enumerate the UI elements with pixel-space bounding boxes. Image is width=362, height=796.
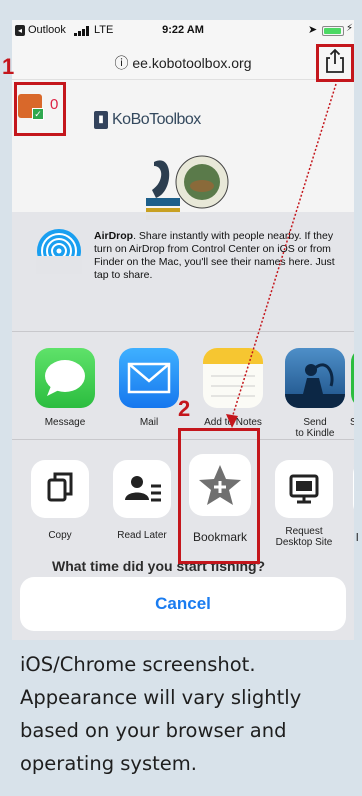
share-app-notes[interactable]: Add to Notes	[198, 348, 268, 428]
share-sheet: AirDrop. Share instantly with people nea…	[12, 212, 354, 640]
cancel-button[interactable]: Cancel	[20, 577, 346, 631]
kindle-icon	[285, 348, 345, 408]
airdrop-icon	[36, 229, 82, 274]
copy-icon	[31, 460, 89, 518]
kobo-mark-icon: ▮	[94, 111, 108, 129]
step2-number: 2	[178, 396, 191, 421]
kobotoolbox-logo: ▮ KoBoToolbox	[94, 110, 201, 130]
battery-icon	[322, 26, 344, 36]
share-app-label: Send to Kindle	[295, 417, 335, 439]
action-label: Copy	[48, 530, 72, 541]
desktop-icon	[275, 460, 333, 518]
share-app-label: Add to Notes	[204, 417, 262, 428]
airdrop-title: AirDrop	[94, 230, 134, 242]
action-label: Read Later	[117, 530, 167, 541]
share-app-save[interactable]: Sa	[346, 348, 354, 428]
read-later-icon	[113, 460, 171, 518]
clock: 9:22 AM	[162, 24, 204, 36]
info-icon: ⓘ	[114, 55, 133, 71]
more-action-icon	[353, 460, 354, 518]
share-app-mail[interactable]: Mail	[114, 348, 184, 428]
airdrop-description: AirDrop. Share instantly with people nea…	[94, 230, 344, 282]
share-highlight-box	[316, 44, 354, 82]
step2-highlight-box	[178, 428, 260, 564]
action-copy[interactable]: Copy	[24, 460, 96, 541]
share-apps-row: Message Mail Add to Notes Send to Kindle…	[12, 332, 354, 440]
brand-name: KoBoToolbox	[112, 111, 201, 128]
url-field[interactable]: ⓘ ee.kobotoolbox.org	[12, 53, 354, 73]
share-app-label: Mail	[139, 417, 159, 428]
status-bar: ◂ Outlook LTE 9:22 AM ➤ ⚡	[12, 20, 354, 42]
save-icon	[351, 348, 354, 408]
location-icon: ➤	[308, 24, 318, 36]
share-app-label: Message	[44, 417, 86, 428]
airdrop-section[interactable]: AirDrop. Share instantly with people nea…	[12, 212, 354, 332]
action-request-desktop[interactable]: Request Desktop Site	[268, 460, 340, 548]
address-bar: ⓘ ee.kobotoolbox.org	[12, 42, 354, 80]
notes-icon	[203, 348, 263, 408]
charging-icon: ⚡	[346, 23, 354, 34]
share-app-label: Sa	[350, 417, 354, 428]
action-label: Request Desktop Site	[275, 526, 333, 548]
mail-icon	[119, 348, 179, 408]
messages-icon	[35, 348, 95, 408]
caption: iOS/Chrome screenshot. Appearance will v…	[20, 653, 302, 775]
cropped-text: l	[356, 532, 359, 544]
share-app-message[interactable]: Message	[30, 348, 100, 428]
action-more[interactable]	[346, 460, 354, 518]
url-text: ee.kobotoolbox.org	[132, 55, 252, 71]
step1-highlight-box	[14, 82, 66, 136]
step1-number: 1	[2, 54, 15, 79]
share-app-kindle[interactable]: Send to Kindle	[280, 348, 350, 439]
action-read-later[interactable]: Read Later	[106, 460, 178, 541]
